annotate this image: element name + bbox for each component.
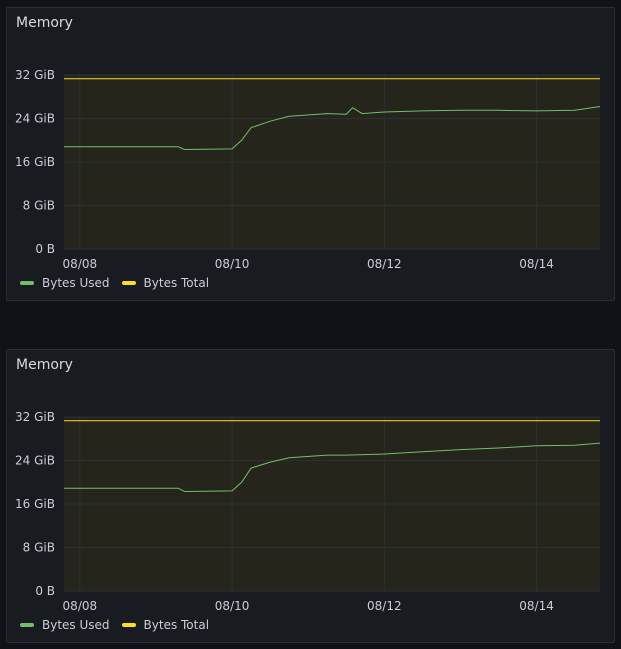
legend-label: Bytes Used — [42, 618, 110, 632]
y-tick-label: 24 GiB — [15, 112, 55, 126]
y-tick-label: 32 GiB — [15, 410, 55, 424]
legend-item-bytes-used[interactable]: Bytes Used — [20, 618, 110, 632]
chart-legend: Bytes Used Bytes Total — [20, 618, 209, 632]
legend-swatch — [20, 623, 34, 627]
y-tick-label: 16 GiB — [15, 497, 55, 511]
y-tick-label: 0 B — [35, 242, 55, 256]
x-tick-label: 08/10 — [215, 599, 250, 613]
legend-swatch — [121, 623, 136, 627]
y-tick-label: 32 GiB — [15, 68, 55, 82]
legend-label: Bytes Used — [42, 276, 110, 290]
y-tick-label: 0 B — [35, 584, 55, 598]
legend-item-bytes-used[interactable]: Bytes Used — [20, 276, 110, 290]
x-tick-label: 08/14 — [519, 599, 554, 613]
legend-label: Bytes Total — [143, 618, 210, 632]
y-tick-label: 16 GiB — [15, 155, 55, 169]
memory-panel: Memory 0 B8 GiB 16 GiB 24 GiB 32 GiB 08/08 08… — [6, 349, 615, 643]
legend-item-bytes-total[interactable]: Bytes Total — [121, 276, 210, 290]
legend-swatch — [20, 281, 34, 285]
legend-swatch — [121, 281, 136, 285]
memory-chart: 0 B 8 GiB 16 GiB 24 GiB 32 GiB 08/08 08/10 08/1… — [15, 410, 601, 613]
y-tick-label: 8 GiB — [23, 199, 55, 213]
memory-chart: 0 B 8 GiB 16 GiB 24 GiB 32 GiB 08/08 08/10 08/1… — [15, 68, 601, 271]
x-tick-label: 08/12 — [367, 257, 402, 271]
y-tick-label: 24 GiB — [15, 454, 55, 468]
x-tick-label: 08/08 — [63, 257, 98, 271]
x-tick-label: 08/10 — [215, 257, 250, 271]
x-tick-label: 08/08 — [63, 599, 98, 613]
y-tick-label: 8 GiB — [23, 541, 55, 555]
memory-panel: Memory 0 B8 GiB 16 GiB 24 GiB 32 GiB 08/08 08… — [6, 7, 615, 301]
x-tick-label: 08/14 — [519, 257, 554, 271]
legend-item-bytes-total[interactable]: Bytes Total — [121, 618, 210, 632]
x-tick-label: 08/12 — [367, 599, 402, 613]
legend-label: Bytes Total — [143, 276, 210, 290]
chart-legend: Bytes Used Bytes Total — [20, 276, 209, 290]
